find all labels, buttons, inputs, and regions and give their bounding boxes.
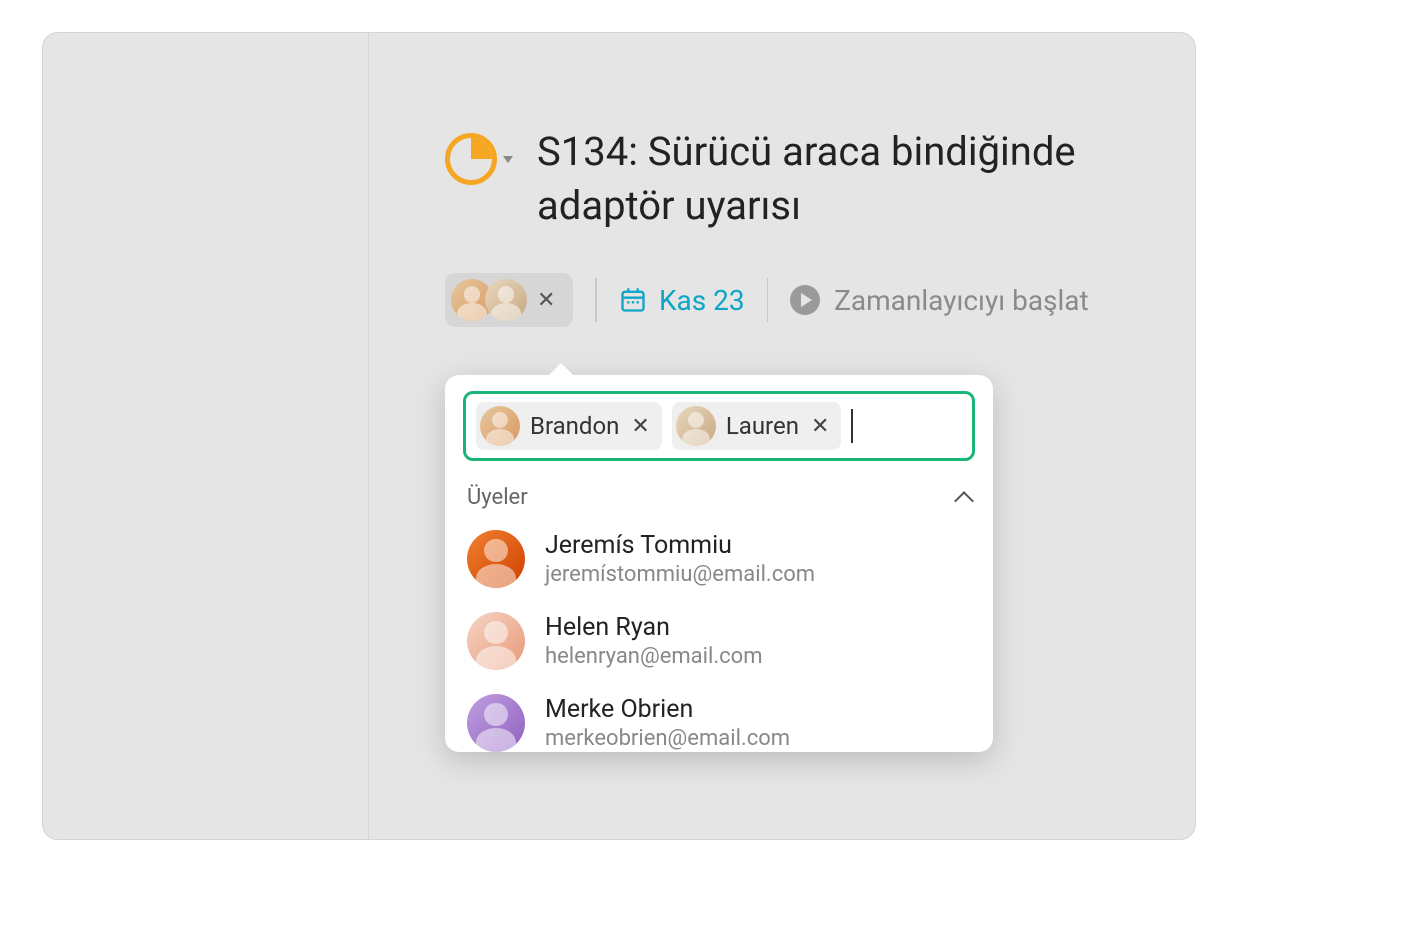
member-email: merkeobrien@email.com <box>545 726 790 751</box>
task-detail-window: S134: Sürücü araca bindiğinde adaptör uy… <box>42 32 1196 840</box>
title-row: S134: Sürücü araca bindiğinde adaptör uy… <box>445 125 1135 233</box>
member-info: Merke Obrien merkeobrien@email.com <box>545 695 790 751</box>
start-timer-button[interactable]: Zamanlayıcıyı başlat <box>790 284 1089 317</box>
member-option[interactable]: Jeremís Tommiu jeremístommiu@email.com <box>445 518 993 600</box>
timer-label: Zamanlayıcıyı başlat <box>834 284 1089 317</box>
assignee-dropdown: Brandon ✕ Lauren ✕ Üyeler Jeremís Tommiu <box>445 375 993 752</box>
calendar-icon <box>619 286 647 314</box>
member-option[interactable]: Helen Ryan helenryan@email.com <box>445 600 993 682</box>
remove-chip-button[interactable]: ✕ <box>809 414 831 439</box>
member-email: helenryan@email.com <box>545 644 763 669</box>
member-info: Helen Ryan helenryan@email.com <box>545 613 763 669</box>
play-icon <box>790 285 820 315</box>
due-date-button[interactable]: Kas 23 <box>619 284 745 317</box>
section-label: Üyeler <box>467 485 528 510</box>
progress-pie-icon <box>445 133 497 185</box>
assignee-chip[interactable]: Brandon ✕ <box>476 402 662 450</box>
main-content: S134: Sürücü araca bindiğinde adaptör uy… <box>369 33 1195 839</box>
assignee-input[interactable]: Brandon ✕ Lauren ✕ <box>463 391 975 461</box>
status-selector[interactable] <box>445 133 513 185</box>
avatar <box>485 279 527 321</box>
avatar <box>480 406 520 446</box>
remove-chip-button[interactable]: ✕ <box>629 414 651 439</box>
avatar <box>467 694 525 752</box>
divider <box>595 278 597 322</box>
divider <box>767 278 769 322</box>
avatar <box>467 612 525 670</box>
meta-row: ✕ Kas 23 Zamanlayıcıyı başlat <box>445 273 1135 327</box>
member-name: Helen Ryan <box>545 613 763 642</box>
clear-assignees-button[interactable]: ✕ <box>533 288 559 313</box>
avatar <box>467 530 525 588</box>
assignee-pill[interactable]: ✕ <box>445 273 573 327</box>
member-option[interactable]: Merke Obrien merkeobrien@email.com <box>445 682 993 752</box>
left-sidebar <box>43 33 369 839</box>
avatar <box>676 406 716 446</box>
chip-label: Brandon <box>530 412 619 440</box>
assignee-chip[interactable]: Lauren ✕ <box>672 402 842 450</box>
due-date-label: Kas 23 <box>659 284 745 317</box>
member-name: Merke Obrien <box>545 695 790 724</box>
chevron-down-icon <box>503 156 513 163</box>
member-email: jeremístommiu@email.com <box>545 562 815 587</box>
chevron-up-icon <box>954 491 974 511</box>
members-section-header[interactable]: Üyeler <box>445 475 993 518</box>
member-name: Jeremís Tommiu <box>545 531 815 560</box>
task-title[interactable]: S134: Sürücü araca bindiğinde adaptör uy… <box>537 125 1135 233</box>
chip-label: Lauren <box>726 412 799 440</box>
text-cursor <box>851 409 853 443</box>
member-info: Jeremís Tommiu jeremístommiu@email.com <box>545 531 815 587</box>
